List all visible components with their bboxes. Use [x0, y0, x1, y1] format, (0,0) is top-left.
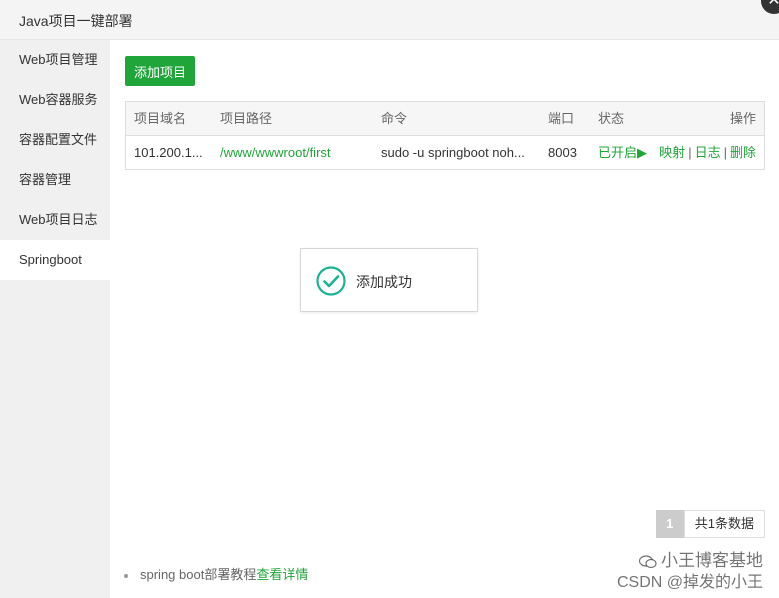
- delete-link[interactable]: 删除: [730, 145, 756, 160]
- watermark-line1: 小王博客基地: [661, 551, 763, 570]
- sidebar-item-web-project-management[interactable]: Web项目管理: [0, 40, 110, 80]
- page-number-button[interactable]: 1: [655, 510, 684, 538]
- watermark: 小王博客基地 CSDN @掉发的小王: [617, 550, 763, 594]
- wechat-icon: [639, 554, 657, 568]
- watermark-line2: CSDN @掉发的小王: [616, 574, 763, 591]
- toast-message: 添加成功: [356, 274, 412, 290]
- header-actions: 操作: [729, 111, 756, 126]
- tutorial-tip: spring boot部署教程查看详情: [124, 564, 308, 583]
- cell-status-toggle[interactable]: 已开启▶: [598, 136, 658, 169]
- log-link[interactable]: 日志: [695, 145, 721, 160]
- header-command: 命令: [381, 111, 408, 126]
- header-path: 项目路径: [220, 111, 273, 126]
- cell-path-link[interactable]: /www/wwwroot/first: [220, 136, 370, 169]
- sidebar-item-container-config-file[interactable]: 容器配置文件: [0, 120, 110, 160]
- cell-command: sudo -u springboot noh...: [381, 145, 525, 160]
- main-panel: 添加项目 项目域名 项目路径 命令 端口 状态 操作 101.200.1... …: [110, 40, 779, 598]
- success-toast: 添加成功: [300, 248, 478, 312]
- sidebar: Web项目管理 Web容器服务 容器配置文件 容器管理 Web项目日志 Spri…: [0, 40, 110, 598]
- table-header-row: 项目域名 项目路径 命令 端口 状态 操作: [126, 102, 764, 136]
- check-circle-icon: [316, 266, 346, 296]
- view-details-link[interactable]: 查看详情: [256, 567, 308, 582]
- project-table: 项目域名 项目路径 命令 端口 状态 操作 101.200.1... /www/…: [125, 101, 765, 170]
- header-port: 端口: [548, 111, 575, 126]
- bullet-dot: [124, 573, 128, 578]
- pagination: 1 共1条数据: [655, 510, 765, 538]
- tip-text: spring boot部署教程: [140, 567, 257, 582]
- header-domain: 项目域名: [134, 111, 187, 126]
- cell-actions: 映射 | 日志 | 删除: [659, 136, 756, 169]
- sidebar-item-springboot[interactable]: Springboot: [0, 240, 110, 280]
- cell-domain: 101.200.1...: [134, 145, 203, 160]
- action-separator: |: [688, 145, 692, 160]
- sidebar-item-web-container-service[interactable]: Web容器服务: [0, 80, 110, 120]
- total-count: 共1条数据: [683, 510, 765, 538]
- window-titlebar: Java项目一键部署: [0, 0, 779, 40]
- header-status: 状态: [598, 111, 625, 126]
- action-separator: |: [723, 145, 727, 160]
- add-project-button[interactable]: 添加项目: [125, 56, 195, 86]
- table-row: 101.200.1... /www/wwwroot/first sudo -u …: [126, 136, 764, 169]
- sidebar-item-container-management[interactable]: 容器管理: [0, 160, 110, 200]
- map-link[interactable]: 映射: [659, 145, 685, 160]
- close-icon: ✕: [767, 0, 779, 9]
- cell-port: 8003: [548, 145, 577, 160]
- window-title: Java项目一键部署: [19, 13, 133, 29]
- sidebar-item-web-project-log[interactable]: Web项目日志: [0, 200, 110, 240]
